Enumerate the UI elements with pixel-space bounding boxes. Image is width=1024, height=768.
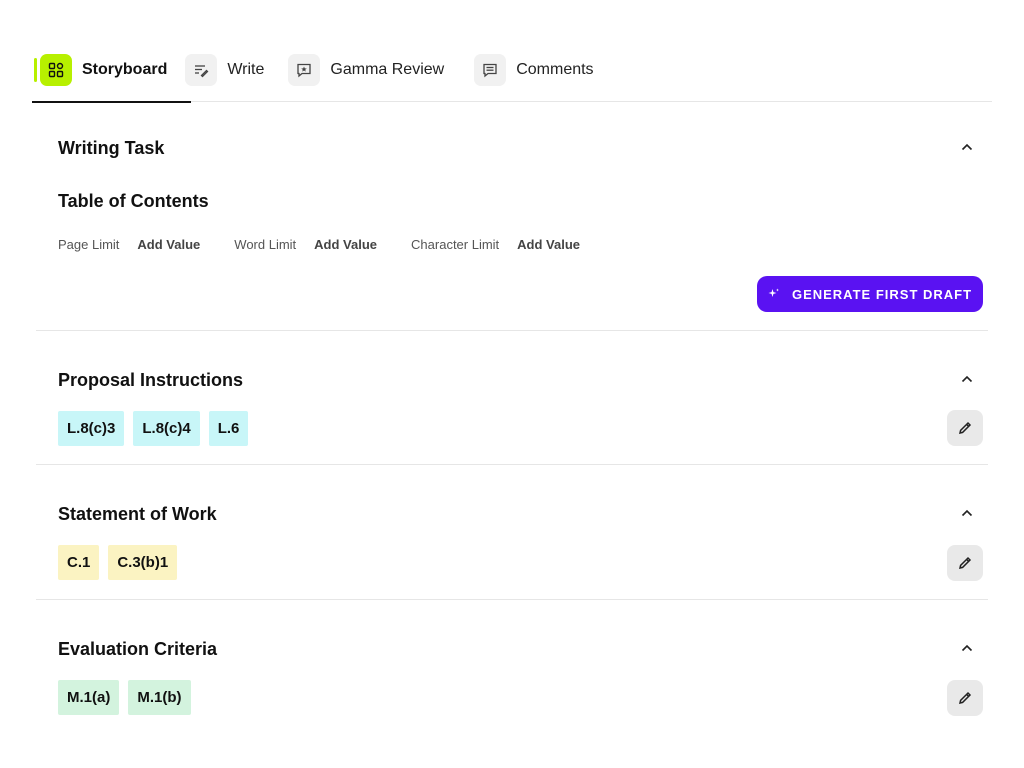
comment-icon bbox=[474, 54, 507, 86]
active-bar bbox=[34, 58, 37, 82]
tab-label: Write bbox=[227, 61, 265, 78]
tab-gamma-review[interactable]: Gamma Review bbox=[288, 52, 468, 88]
edit-proposal-button[interactable] bbox=[947, 410, 983, 446]
pencil-icon bbox=[958, 691, 972, 705]
page-limit-value[interactable]: Add Value bbox=[137, 237, 200, 252]
page-limit-label: Page Limit bbox=[58, 237, 120, 252]
sparkle-icon bbox=[768, 288, 780, 300]
star-comment-icon bbox=[288, 54, 321, 86]
edit-evaluation-button[interactable] bbox=[947, 680, 983, 716]
grid-icon bbox=[40, 54, 72, 86]
character-limit-value[interactable]: Add Value bbox=[517, 237, 580, 252]
reference-chip[interactable]: M.1(b) bbox=[128, 680, 191, 715]
reference-chip[interactable]: C.3(b)1 bbox=[108, 545, 178, 580]
reference-chip[interactable]: C.1 bbox=[58, 545, 100, 580]
divider bbox=[36, 330, 988, 331]
app: Storyboard Write Gamma Review Comments W… bbox=[0, 0, 1024, 768]
section-title: Statement of Work bbox=[58, 504, 217, 524]
section-title: Proposal Instructions bbox=[58, 370, 244, 390]
reference-chip[interactable]: L.8(c)3 bbox=[58, 411, 125, 446]
section-title: Evaluation Criteria bbox=[58, 639, 218, 659]
word-limit-value[interactable]: Add Value bbox=[314, 237, 377, 252]
chevron-up-icon[interactable] bbox=[960, 506, 974, 520]
chevron-up-icon[interactable] bbox=[960, 140, 974, 154]
word-limit-label: Word Limit bbox=[234, 237, 297, 252]
write-icon bbox=[185, 54, 218, 86]
chevron-up-icon[interactable] bbox=[960, 372, 974, 386]
tab-label: Gamma Review bbox=[330, 61, 445, 78]
toc-title: Table of Contents bbox=[58, 191, 209, 211]
generate-first-draft-button[interactable]: GENERATE FIRST DRAFT bbox=[757, 276, 983, 312]
limits-row: Page Limit Add Value Word Limit Add Valu… bbox=[58, 237, 614, 252]
reference-chip[interactable]: L.6 bbox=[208, 411, 249, 446]
evaluation-chips: M.1(a) M.1(b) bbox=[58, 680, 200, 715]
chevron-up-icon[interactable] bbox=[960, 641, 974, 655]
pencil-icon bbox=[958, 556, 972, 570]
divider bbox=[36, 464, 988, 465]
character-limit-label: Character Limit bbox=[411, 237, 500, 252]
active-tab-indicator bbox=[32, 54, 82, 86]
reference-chip[interactable]: M.1(a) bbox=[58, 680, 120, 715]
proposal-chips: L.8(c)3 L.8(c)4 L.6 bbox=[58, 411, 257, 446]
pencil-icon bbox=[958, 421, 972, 435]
tab-storyboard[interactable]: Storyboard bbox=[32, 52, 192, 103]
divider bbox=[36, 599, 988, 600]
generate-label: GENERATE FIRST DRAFT bbox=[791, 286, 973, 302]
tab-label: Comments bbox=[516, 61, 594, 78]
section-title: Writing Task bbox=[58, 138, 165, 158]
sow-chips: C.1 C.3(b)1 bbox=[58, 545, 186, 580]
tab-bar: Storyboard Write Gamma Review Comments bbox=[32, 52, 992, 103]
tab-comments[interactable]: Comments bbox=[474, 52, 617, 88]
tab-label: Storyboard bbox=[82, 61, 168, 78]
reference-chip[interactable]: L.8(c)4 bbox=[133, 411, 200, 446]
tab-write[interactable]: Write bbox=[185, 52, 288, 88]
edit-sow-button[interactable] bbox=[947, 545, 983, 581]
